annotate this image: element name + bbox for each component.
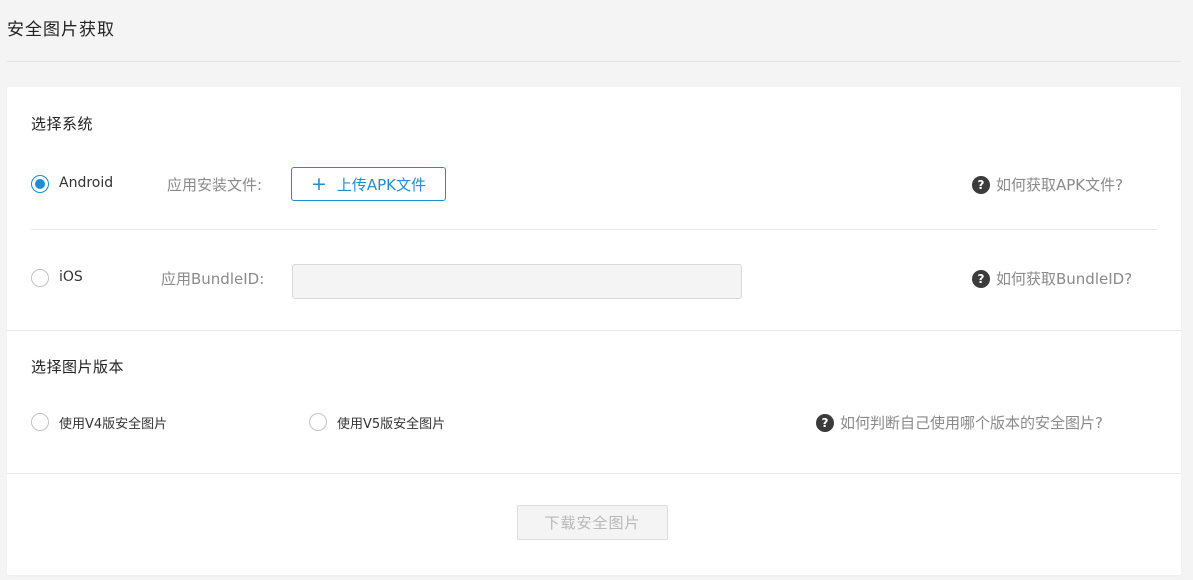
v5-radio[interactable]: [309, 413, 327, 431]
upload-apk-label: 上传APK文件: [336, 175, 427, 194]
v4-label[interactable]: 使用V4版安全图片: [59, 413, 167, 432]
plus-icon: +: [310, 172, 327, 195]
version-section-heading: 选择图片版本: [31, 358, 125, 376]
system-section-heading: 选择系统: [31, 115, 94, 133]
question-icon: ?: [972, 269, 990, 288]
ios-label[interactable]: iOS: [59, 269, 83, 285]
download-button[interactable]: 下载安全图片: [517, 505, 668, 540]
ios-radio[interactable]: [31, 269, 49, 287]
v5-label[interactable]: 使用V5版安全图片: [337, 413, 445, 432]
settings-card: 选择系统 Android 应用安装文件: + 上传APK文件 ? 如何获取APK…: [7, 87, 1181, 575]
question-icon: ?: [972, 175, 990, 194]
upload-apk-button[interactable]: + 上传APK文件: [291, 167, 446, 201]
version-help-link[interactable]: ? 如何判断自己使用哪个版本的安全图片?: [816, 412, 1103, 433]
apk-file-label: 应用安装文件:: [167, 176, 263, 194]
question-icon: ?: [816, 413, 834, 432]
footer-divider: [7, 473, 1181, 474]
apk-help-link[interactable]: ? 如何获取APK文件?: [972, 174, 1123, 195]
android-label[interactable]: Android: [59, 175, 113, 191]
version-help-text: 如何判断自己使用哪个版本的安全图片?: [840, 414, 1103, 432]
bundle-id-label: 应用BundleID:: [161, 270, 265, 288]
bundle-id-input[interactable]: [292, 264, 742, 299]
bundle-id-help-link[interactable]: ? 如何获取BundleID?: [972, 268, 1132, 289]
row-divider: [31, 229, 1157, 230]
bundle-id-help-text: 如何获取BundleID?: [996, 270, 1133, 288]
android-radio[interactable]: [31, 175, 49, 193]
apk-help-text: 如何获取APK文件?: [996, 176, 1124, 194]
v4-radio[interactable]: [31, 413, 49, 431]
page-title: 安全图片获取: [7, 20, 115, 40]
title-divider: [7, 61, 1181, 62]
section-divider: [7, 330, 1181, 331]
